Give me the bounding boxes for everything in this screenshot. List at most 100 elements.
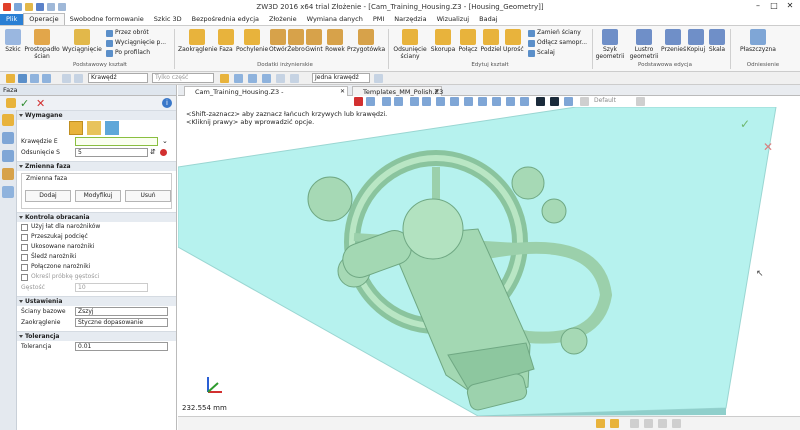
status-toggle-icon[interactable] — [596, 419, 605, 428]
view-back-icon[interactable] — [366, 97, 375, 106]
tab-inquire[interactable]: Badaj — [474, 14, 502, 25]
render-mode-select[interactable]: Default — [594, 97, 616, 104]
simplify-button[interactable]: Uprość — [503, 29, 524, 53]
accept-icon[interactable]: ✓ — [20, 97, 29, 110]
combine-button[interactable]: Połącz — [457, 29, 479, 53]
filter-icon[interactable] — [6, 74, 15, 83]
tab-assembly[interactable]: Złożenie — [264, 14, 302, 25]
point-icon[interactable] — [74, 74, 83, 83]
section-required[interactable]: Wymagane — [17, 110, 176, 120]
info-icon[interactable]: i — [162, 98, 172, 108]
checkbox-patches[interactable]: Użyj łat dla narożników — [17, 222, 176, 232]
tab-operations[interactable]: Operacje — [23, 13, 65, 25]
cancel-icon[interactable]: ✕ — [36, 97, 45, 110]
fillet-button[interactable]: Zaokrąglenie — [178, 29, 217, 53]
pattern-button[interactable]: Szyk geometrii — [595, 29, 625, 60]
stitch-button[interactable]: Scalaj — [528, 49, 555, 57]
modify-button[interactable]: Modyfikuj — [75, 190, 121, 202]
view-display-icon[interactable] — [536, 97, 545, 106]
plane-button[interactable]: Płaszczyzna — [738, 29, 778, 53]
cancel-icon[interactable]: ✕ — [763, 140, 773, 154]
view-shade-icon[interactable] — [492, 97, 501, 106]
view-light-icon[interactable] — [550, 97, 559, 106]
view-rotate-icon[interactable] — [436, 97, 445, 106]
chain-options-icon[interactable] — [374, 74, 383, 83]
tab-freeform[interactable]: Swobodne formowanie — [65, 14, 149, 25]
view-section-icon[interactable] — [450, 97, 459, 106]
view-wire-icon[interactable] — [478, 97, 487, 106]
checkbox-undercut[interactable]: Przeszukaj podcięć — [17, 232, 176, 242]
mirror-button[interactable]: Lustro geometrii — [629, 29, 659, 60]
select-icon[interactable] — [18, 74, 27, 83]
apply-icon[interactable] — [6, 98, 16, 108]
view-edges-icon[interactable] — [506, 97, 515, 106]
lip-button[interactable]: Przygotówka — [347, 29, 385, 53]
close-icon[interactable]: ✕ — [782, 0, 798, 12]
chamfer-angle-icon[interactable] — [105, 121, 119, 135]
options-icon[interactable] — [160, 149, 167, 156]
face-icon[interactable] — [248, 74, 257, 83]
box-select-icon[interactable] — [30, 74, 39, 83]
revolve-button[interactable]: Przez obrót — [106, 29, 149, 37]
rounding-select[interactable]: Styczne dopasowanie — [75, 318, 168, 327]
chamfer-symmetric-icon[interactable] — [69, 121, 83, 135]
spinner-icon[interactable]: ⇵ — [150, 147, 156, 158]
tab-document-templates[interactable]: Templates_MM_Polish.Z3 ✕ — [352, 86, 443, 96]
base-faces-select[interactable]: Zszyj — [75, 307, 168, 316]
tolerance-input[interactable]: 0.01 — [75, 342, 168, 351]
user-icon[interactable] — [2, 168, 14, 180]
history-icon[interactable] — [2, 132, 14, 144]
view-zoom-icon[interactable] — [394, 97, 403, 106]
edge-icon[interactable] — [234, 74, 243, 83]
tab-direct-edit[interactable]: Bezpośrednia edycja — [187, 14, 264, 25]
tab-file[interactable]: Plik — [0, 14, 24, 25]
view-exit-icon[interactable] — [354, 97, 363, 106]
section-corner[interactable]: Kontrola obracania — [17, 212, 176, 222]
density-input[interactable]: 10 — [75, 283, 148, 292]
add-button[interactable]: Dodaj — [25, 190, 71, 202]
3d-viewport[interactable]: <Shift-zaznacz> aby zaznacz łańcuch krzy… — [178, 107, 800, 416]
tab-visualize[interactable]: Wizualizuj — [432, 14, 475, 25]
sketch-button[interactable]: Szkic — [3, 29, 23, 53]
maximize-icon[interactable]: □ — [766, 0, 782, 12]
section-variable[interactable]: Zmienna faza — [17, 161, 176, 171]
tab-sketch3d[interactable]: Szkic 3D — [149, 14, 187, 25]
layers-icon[interactable] — [2, 150, 14, 162]
boss-left[interactable] — [307, 176, 353, 222]
checkbox-track[interactable]: Śledź narożniki — [17, 252, 176, 262]
status-toggle-icon[interactable] — [610, 419, 619, 428]
tab-data-exchange[interactable]: Wymiana danych — [302, 14, 368, 25]
view-orient-icon[interactable] — [410, 97, 419, 106]
rib-button[interactable]: Żebro — [287, 29, 305, 53]
view-hidden-icon[interactable] — [520, 97, 529, 106]
snap-icon[interactable] — [290, 74, 299, 83]
feature-manager-icon[interactable] — [2, 114, 14, 126]
view-render-icon[interactable] — [464, 97, 473, 106]
grid-icon[interactable] — [276, 74, 285, 83]
scale-button[interactable]: Skala — [708, 29, 726, 53]
copy-button[interactable]: Kopiuj — [686, 29, 706, 53]
status-settings-icon[interactable] — [672, 419, 681, 428]
detach-button[interactable]: Odłącz samopr... — [528, 39, 587, 47]
view-fit-icon[interactable] — [382, 97, 391, 106]
filter-select[interactable]: Krawędź — [88, 73, 148, 83]
view-extra-icon[interactable] — [636, 97, 645, 106]
checkbox-density[interactable]: Określ próbkę gęstości — [17, 272, 176, 282]
move-button[interactable]: Przenieś — [661, 29, 686, 53]
view-color-icon[interactable] — [564, 97, 573, 106]
boss-top[interactable] — [511, 166, 545, 200]
shell-button[interactable]: Skorupa — [430, 29, 456, 53]
boss-bottom-right[interactable] — [560, 327, 588, 355]
boss-right[interactable] — [541, 198, 567, 224]
edges-input[interactable] — [75, 137, 158, 146]
section-settings[interactable]: Ustawienia — [17, 296, 176, 306]
draft-button[interactable]: Pochylenie — [236, 29, 268, 53]
center-hub[interactable] — [402, 198, 464, 260]
checkbox-connected[interactable]: Połączone narożniki — [17, 262, 176, 272]
loft-button[interactable]: Po profilach — [106, 49, 150, 57]
layer-icon[interactable] — [220, 74, 229, 83]
model-graphics[interactable]: ✓ ✕ ↖ — [178, 107, 800, 416]
status-grid-icon[interactable] — [630, 419, 639, 428]
curve-icon[interactable] — [262, 74, 271, 83]
pick-icon[interactable] — [42, 74, 51, 83]
